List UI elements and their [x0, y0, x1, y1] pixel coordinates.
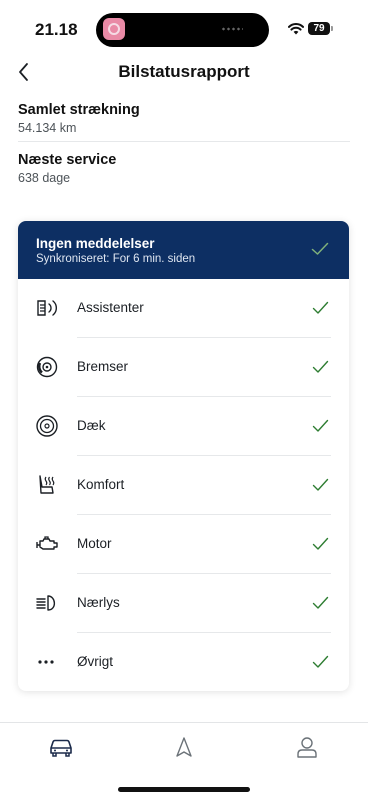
profile-icon[interactable]: [294, 735, 320, 759]
low-beam-icon: [36, 595, 56, 611]
total-distance-label: Samlet strækning: [18, 102, 140, 118]
status-item-bremser[interactable]: Bremser: [18, 338, 349, 397]
battery-indicator: 79: [308, 22, 330, 35]
status-time: 21.18: [35, 20, 78, 39]
tire-icon: [36, 415, 58, 437]
check-icon: [312, 360, 329, 373]
next-service: Næste service 638 dage: [18, 152, 350, 185]
status-bar: 21.18 79: [0, 0, 368, 56]
battery-tip: [331, 26, 333, 31]
check-icon: [312, 655, 329, 668]
item-label: Motor: [77, 536, 112, 551]
navigation-icon[interactable]: [171, 735, 197, 759]
banner-title: Ingen meddelelser: [36, 236, 155, 251]
item-label: Nærlys: [77, 595, 120, 610]
status-item-oevrigt[interactable]: Øvrigt: [18, 633, 349, 691]
check-icon: [312, 596, 329, 609]
car-icon[interactable]: [48, 735, 74, 759]
check-icon: [311, 242, 329, 255]
total-distance-value: 54.134 km: [18, 121, 77, 135]
driver-assist-icon: [37, 300, 57, 316]
page-title: Bilstatusrapport: [118, 62, 250, 81]
next-service-label: Næste service: [18, 152, 117, 168]
dynamic-island: [96, 13, 269, 47]
island-app-icon: [103, 18, 125, 40]
check-icon: [312, 419, 329, 432]
item-label: Dæk: [77, 418, 106, 433]
wifi-icon: [288, 23, 304, 35]
status-card: Ingen meddelelser Synkroniseret: For 6 m…: [18, 221, 349, 691]
status-item-komfort[interactable]: Komfort: [18, 456, 349, 515]
status-item-daek[interactable]: Dæk: [18, 397, 349, 456]
status-item-motor[interactable]: Motor: [18, 515, 349, 574]
status-item-assistenter[interactable]: Assistenter: [18, 279, 349, 338]
island-activity-icon: [221, 27, 243, 31]
status-banner: Ingen meddelelser Synkroniseret: For 6 m…: [18, 221, 349, 279]
item-label: Komfort: [77, 477, 125, 492]
status-item-naerlys[interactable]: Nærlys: [18, 574, 349, 633]
next-service-value: 638 dage: [18, 171, 71, 185]
check-icon: [312, 301, 329, 314]
home-indicator: [118, 787, 250, 792]
banner-subtitle: Synkroniseret: For 6 min. siden: [36, 253, 196, 265]
divider: [18, 141, 350, 142]
item-label: Øvrigt: [77, 654, 114, 669]
engine-icon: [36, 536, 58, 550]
brake-icon: [36, 356, 58, 378]
tabbar-divider: [0, 722, 368, 723]
item-label: Bremser: [77, 359, 129, 374]
seat-heating-icon: [39, 475, 55, 494]
total-distance: Samlet strækning 54.134 km: [18, 102, 350, 135]
check-icon: [312, 537, 329, 550]
more-dots-icon: [38, 660, 54, 664]
check-icon: [312, 478, 329, 491]
item-label: Assistenter: [77, 300, 144, 315]
